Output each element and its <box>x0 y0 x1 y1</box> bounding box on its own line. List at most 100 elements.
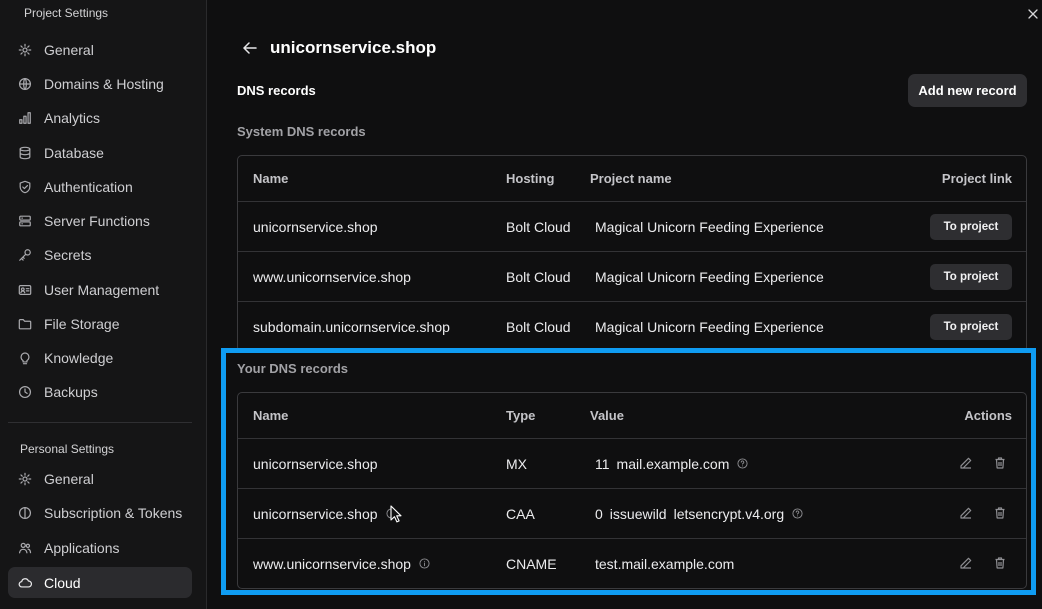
sidebar-item-cloud[interactable]: Cloud <box>8 567 192 598</box>
people-icon <box>18 541 32 555</box>
bar-chart-icon <box>18 111 32 125</box>
clock-icon <box>18 385 32 399</box>
sidebar-item-label: General <box>44 470 94 487</box>
sidebar-item-knowledge[interactable]: Knowledge <box>8 342 192 373</box>
record-priority: 11 <box>595 455 610 472</box>
sidebar-item-label: Domains & Hosting <box>44 75 164 92</box>
record-type: CAA <box>506 505 535 522</box>
gear-icon <box>18 43 32 57</box>
record-type: MX <box>506 455 527 472</box>
sidebar: Project Settings General Domains & Hosti… <box>0 0 207 609</box>
trash-icon[interactable] <box>993 456 1007 470</box>
record-type: CNAME <box>506 555 557 572</box>
record-hosting: Bolt Cloud <box>506 268 571 285</box>
sidebar-item-analytics[interactable]: Analytics <box>8 102 192 133</box>
record-value-text: letsencrypt.v4.org <box>673 505 785 522</box>
column-header-name: Name <box>253 171 289 186</box>
edit-icon[interactable] <box>959 506 973 520</box>
edit-icon[interactable] <box>959 556 973 570</box>
database-icon <box>18 146 32 160</box>
to-project-button[interactable]: To project <box>930 264 1012 290</box>
column-header-project-name: Project name <box>590 171 672 186</box>
record-name-text: unicornservice.shop <box>253 505 378 522</box>
table-row: unicornservice.shop CAA 0 issuewild lets… <box>238 488 1026 538</box>
sidebar-item-database[interactable]: Database <box>8 137 192 168</box>
info-icon[interactable] <box>419 558 430 569</box>
help-icon[interactable] <box>737 458 748 469</box>
record-value: 0 issuewild letsencrypt.v4.org <box>595 489 803 538</box>
your-dns-table: Name Type Value Actions unicornservice.s… <box>237 392 1027 589</box>
to-project-button[interactable]: To project <box>930 314 1012 340</box>
record-project-name: Magical Unicorn Feeding Experience <box>595 318 824 335</box>
column-header-project-link: Project link <box>941 171 1012 186</box>
sidebar-item-applications[interactable]: Applications <box>8 532 192 563</box>
close-icon[interactable] <box>1026 7 1040 21</box>
globe-icon <box>18 77 32 91</box>
edit-icon[interactable] <box>959 456 973 470</box>
personal-settings-heading: Personal Settings <box>20 442 115 456</box>
coin-icon <box>18 506 32 520</box>
record-priority: 0 <box>595 505 603 522</box>
table-row: unicornservice.shop MX 11 mail.example.c… <box>238 438 1026 488</box>
mouse-cursor-icon <box>390 505 402 523</box>
sidebar-item-general[interactable]: General <box>8 34 192 65</box>
shield-check-icon <box>18 180 32 194</box>
column-header-hosting: Hosting <box>506 171 555 186</box>
column-header-type: Type <box>506 408 536 423</box>
record-name: unicornservice.shop <box>253 455 378 472</box>
record-value-text: mail.example.com <box>616 455 730 472</box>
column-header-value: Value <box>590 408 624 423</box>
project-settings-heading: Project Settings <box>24 6 109 20</box>
table-row: subdomain.unicornservice.shop Bolt Cloud… <box>238 301 1026 351</box>
server-icon <box>18 214 32 228</box>
sidebar-item-label: File Storage <box>44 315 120 332</box>
record-tag: issuewild <box>609 505 667 522</box>
sidebar-item-label: Database <box>44 144 104 161</box>
key-icon <box>18 248 32 262</box>
gear-icon <box>18 472 32 486</box>
sidebar-item-label: Server Functions <box>44 212 150 229</box>
table-row: www.unicornservice.shop CNAME test.mail.… <box>238 538 1026 588</box>
table-header: Name Type Value Actions <box>238 393 1026 438</box>
record-value: 11 mail.example.com <box>595 439 748 488</box>
sidebar-item-label: Authentication <box>44 178 133 195</box>
record-project-name: Magical Unicorn Feeding Experience <box>595 268 824 285</box>
to-project-button[interactable]: To project <box>930 214 1012 240</box>
trash-icon[interactable] <box>993 556 1007 570</box>
sidebar-item-server-functions[interactable]: Server Functions <box>8 205 192 236</box>
record-name: unicornservice.shop <box>253 218 378 235</box>
dns-records-heading: DNS records <box>237 83 316 98</box>
sidebar-item-authentication[interactable]: Authentication <box>8 171 192 202</box>
sidebar-item-label: User Management <box>44 281 160 298</box>
sidebar-item-user-management[interactable]: User Management <box>8 274 192 305</box>
id-card-icon <box>18 283 32 297</box>
sidebar-divider <box>8 422 192 423</box>
sidebar-item-label: Backups <box>44 383 98 400</box>
add-new-record-button[interactable]: Add new record <box>908 74 1027 107</box>
table-header: Name Hosting Project name Project link <box>238 156 1026 201</box>
sidebar-item-personal-general[interactable]: General <box>8 463 192 494</box>
sidebar-item-domains-hosting[interactable]: Domains & Hosting <box>8 68 192 99</box>
sidebar-item-label: Subscription & Tokens <box>44 504 183 521</box>
system-dns-table: Name Hosting Project name Project link u… <box>237 155 1027 352</box>
sidebar-item-label: General <box>44 41 94 58</box>
folder-icon <box>18 317 32 331</box>
sidebar-item-label: Applications <box>44 539 120 556</box>
system-dns-heading: System DNS records <box>237 124 366 139</box>
sidebar-item-label: Secrets <box>44 246 92 263</box>
sidebar-item-backups[interactable]: Backups <box>8 376 192 407</box>
sidebar-item-file-storage[interactable]: File Storage <box>8 308 192 339</box>
trash-icon[interactable] <box>993 506 1007 520</box>
sidebar-item-secrets[interactable]: Secrets <box>8 239 192 270</box>
sidebar-item-subscription-tokens[interactable]: Subscription & Tokens <box>8 497 192 528</box>
help-icon[interactable] <box>792 508 803 519</box>
sidebar-item-label: Analytics <box>44 109 101 126</box>
lightbulb-icon <box>18 351 32 365</box>
cloud-icon <box>18 576 32 590</box>
column-header-name: Name <box>253 408 289 423</box>
page-title: unicornservice.shop <box>270 38 437 57</box>
record-hosting: Bolt Cloud <box>506 318 571 335</box>
record-hosting: Bolt Cloud <box>506 218 571 235</box>
back-arrow-icon[interactable] <box>241 39 259 57</box>
sidebar-item-label: Knowledge <box>44 349 114 366</box>
